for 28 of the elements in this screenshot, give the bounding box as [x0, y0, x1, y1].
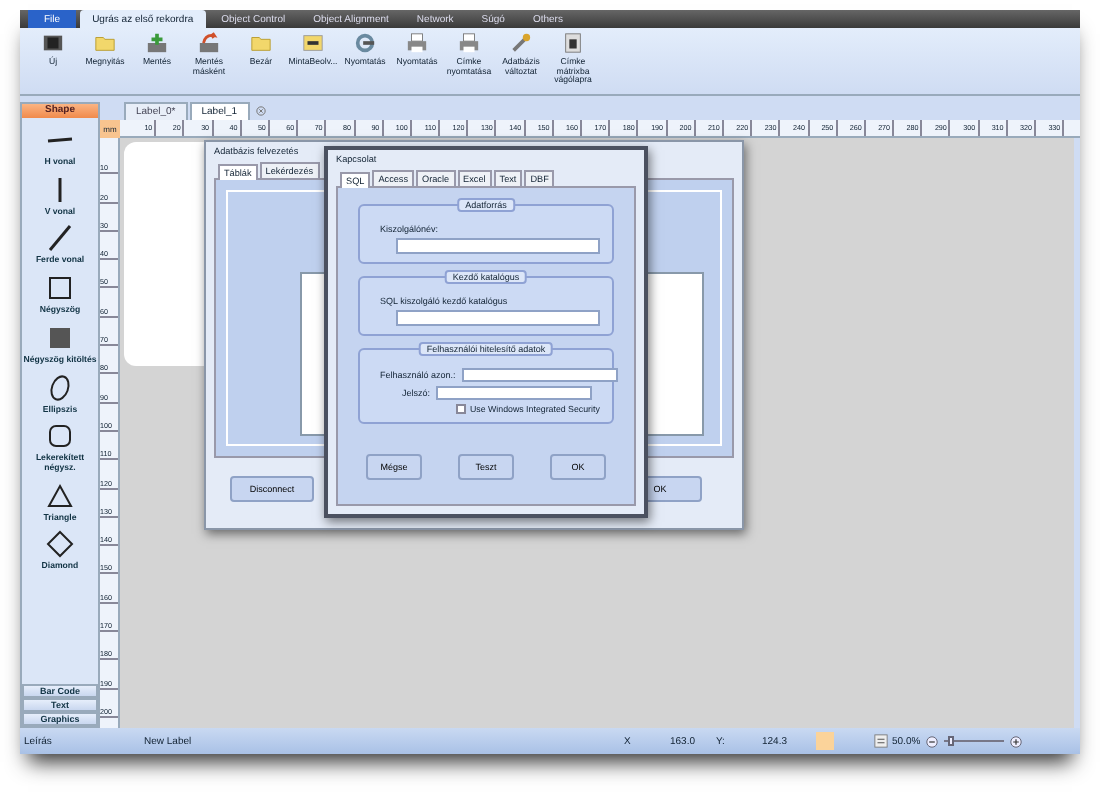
diamond-icon — [46, 530, 74, 559]
save-icon — [146, 32, 168, 54]
input-field[interactable] — [461, 368, 618, 382]
film-icon — [42, 32, 64, 54]
diagonal-line-icon — [46, 224, 74, 253]
save-as-icon — [198, 32, 220, 54]
color-swatch[interactable] — [816, 732, 834, 750]
wrench-icon — [510, 32, 532, 54]
close-icon[interactable] — [255, 106, 266, 116]
zoom-in-icon[interactable] — [1010, 735, 1023, 747]
input-field[interactable] — [436, 386, 592, 400]
printer-icon — [458, 32, 480, 54]
tag-icon — [302, 32, 324, 54]
square-icon — [46, 274, 74, 303]
rounded-square-icon — [46, 422, 74, 451]
checkbox-square[interactable] — [456, 404, 466, 414]
folder-icon — [250, 32, 272, 54]
filled-square-icon — [46, 323, 74, 352]
printer-icon — [406, 32, 428, 54]
input-field[interactable] — [396, 238, 600, 254]
page-icon[interactable] — [874, 734, 888, 748]
folder-icon — [94, 32, 116, 54]
ellipse-icon — [46, 373, 74, 402]
input-field[interactable] — [396, 310, 600, 326]
clipboard-icon — [562, 32, 584, 54]
zoom-slider-thumb[interactable] — [948, 736, 955, 746]
zoom-out-icon[interactable] — [926, 735, 939, 747]
triangle-icon — [46, 481, 74, 510]
